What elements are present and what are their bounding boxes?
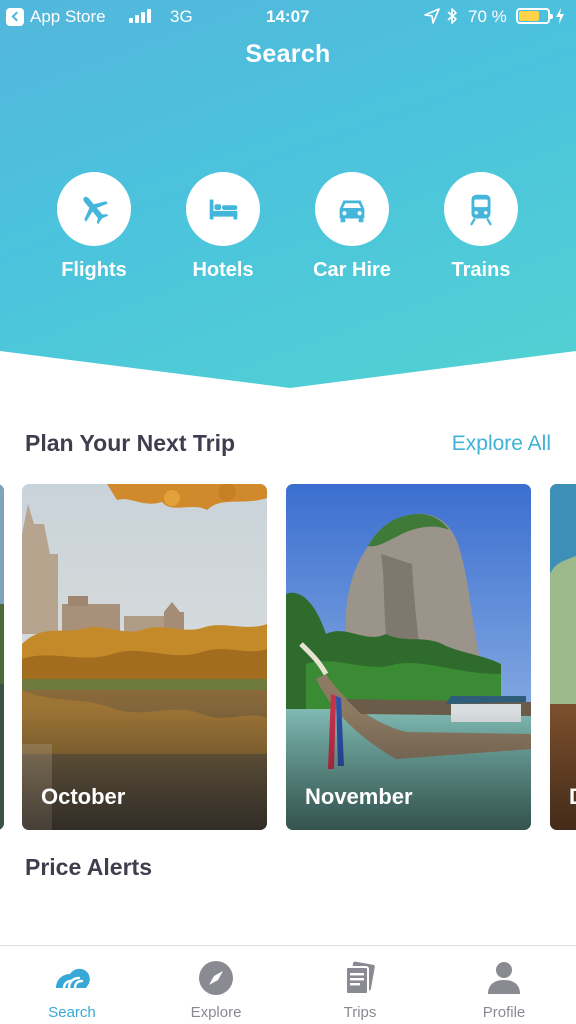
- charging-bolt-icon: [556, 8, 564, 24]
- page-title: Search: [245, 40, 331, 68]
- bluetooth-icon: [447, 8, 457, 24]
- train-icon: [470, 194, 492, 226]
- battery-icon: [516, 8, 553, 24]
- category-label[interactable]: Flights: [30, 259, 158, 282]
- plan-section-title: Plan Your Next Trip: [25, 430, 236, 456]
- next-trip-card[interactable]: D: [550, 484, 576, 830]
- card-gradient-overlay: [22, 710, 267, 830]
- trip-card-october[interactable]: October: [22, 484, 267, 830]
- tab-explore[interactable]: Explore: [144, 946, 288, 1024]
- tab-label[interactable]: Search: [0, 1004, 144, 1021]
- tab-label[interactable]: Profile: [432, 1004, 576, 1021]
- status-bar: App Store 3G 14:07 70 %: [0, 0, 576, 34]
- category-hotels[interactable]: Hotels: [159, 172, 287, 282]
- card-gradient-overlay: [286, 710, 531, 830]
- category-label[interactable]: Trains: [417, 259, 545, 282]
- location-arrow-icon: [424, 8, 440, 24]
- bed-icon: [209, 199, 238, 220]
- tickets-icon: [345, 961, 375, 995]
- tab-label[interactable]: Explore: [144, 1004, 288, 1021]
- category-label[interactable]: Car Hire: [288, 259, 416, 282]
- category-trains[interactable]: Trains: [417, 172, 545, 282]
- card-month-label: October: [41, 784, 126, 809]
- skyscanner-search-icon: [56, 968, 90, 990]
- previous-trip-card[interactable]: [0, 484, 4, 830]
- tab-label[interactable]: Trips: [288, 1004, 432, 1021]
- car-icon: [339, 200, 365, 223]
- battery-level-fill: [519, 11, 539, 21]
- card-gradient-overlay: [550, 710, 576, 830]
- back-arrow-icon[interactable]: [6, 8, 24, 26]
- tab-search[interactable]: Search: [0, 946, 144, 1024]
- airplane-icon: [83, 196, 109, 225]
- back-to-app-store[interactable]: App Store: [30, 7, 106, 27]
- card-month-label-partial: D: [569, 784, 576, 810]
- bottom-tab-bar: Search Explore Trips Profile: [0, 945, 576, 1024]
- category-label[interactable]: Hotels: [159, 259, 287, 282]
- tab-profile[interactable]: Profile: [432, 946, 576, 1024]
- status-time: 14:07: [266, 7, 310, 26]
- network-type: 3G: [170, 7, 193, 26]
- hotels-icon-circle[interactable]: [186, 172, 260, 246]
- price-alerts-title: Price Alerts: [25, 854, 152, 880]
- card-month-label: November: [305, 784, 413, 809]
- car-hire-icon-circle[interactable]: [315, 172, 389, 246]
- category-flights[interactable]: Flights: [30, 172, 158, 282]
- signal-strength-icon: [129, 9, 155, 23]
- previous-card-image: [0, 484, 4, 830]
- explore-all-link[interactable]: Explore All: [452, 432, 551, 456]
- compass-icon: [199, 961, 233, 995]
- category-car-hire[interactable]: Car Hire: [288, 172, 416, 282]
- person-icon: [488, 962, 520, 994]
- tab-trips[interactable]: Trips: [288, 946, 432, 1024]
- flights-icon-circle[interactable]: [57, 172, 131, 246]
- trip-card-november[interactable]: November: [286, 484, 531, 830]
- trains-icon-circle[interactable]: [444, 172, 518, 246]
- battery-percentage: 70 %: [468, 7, 507, 26]
